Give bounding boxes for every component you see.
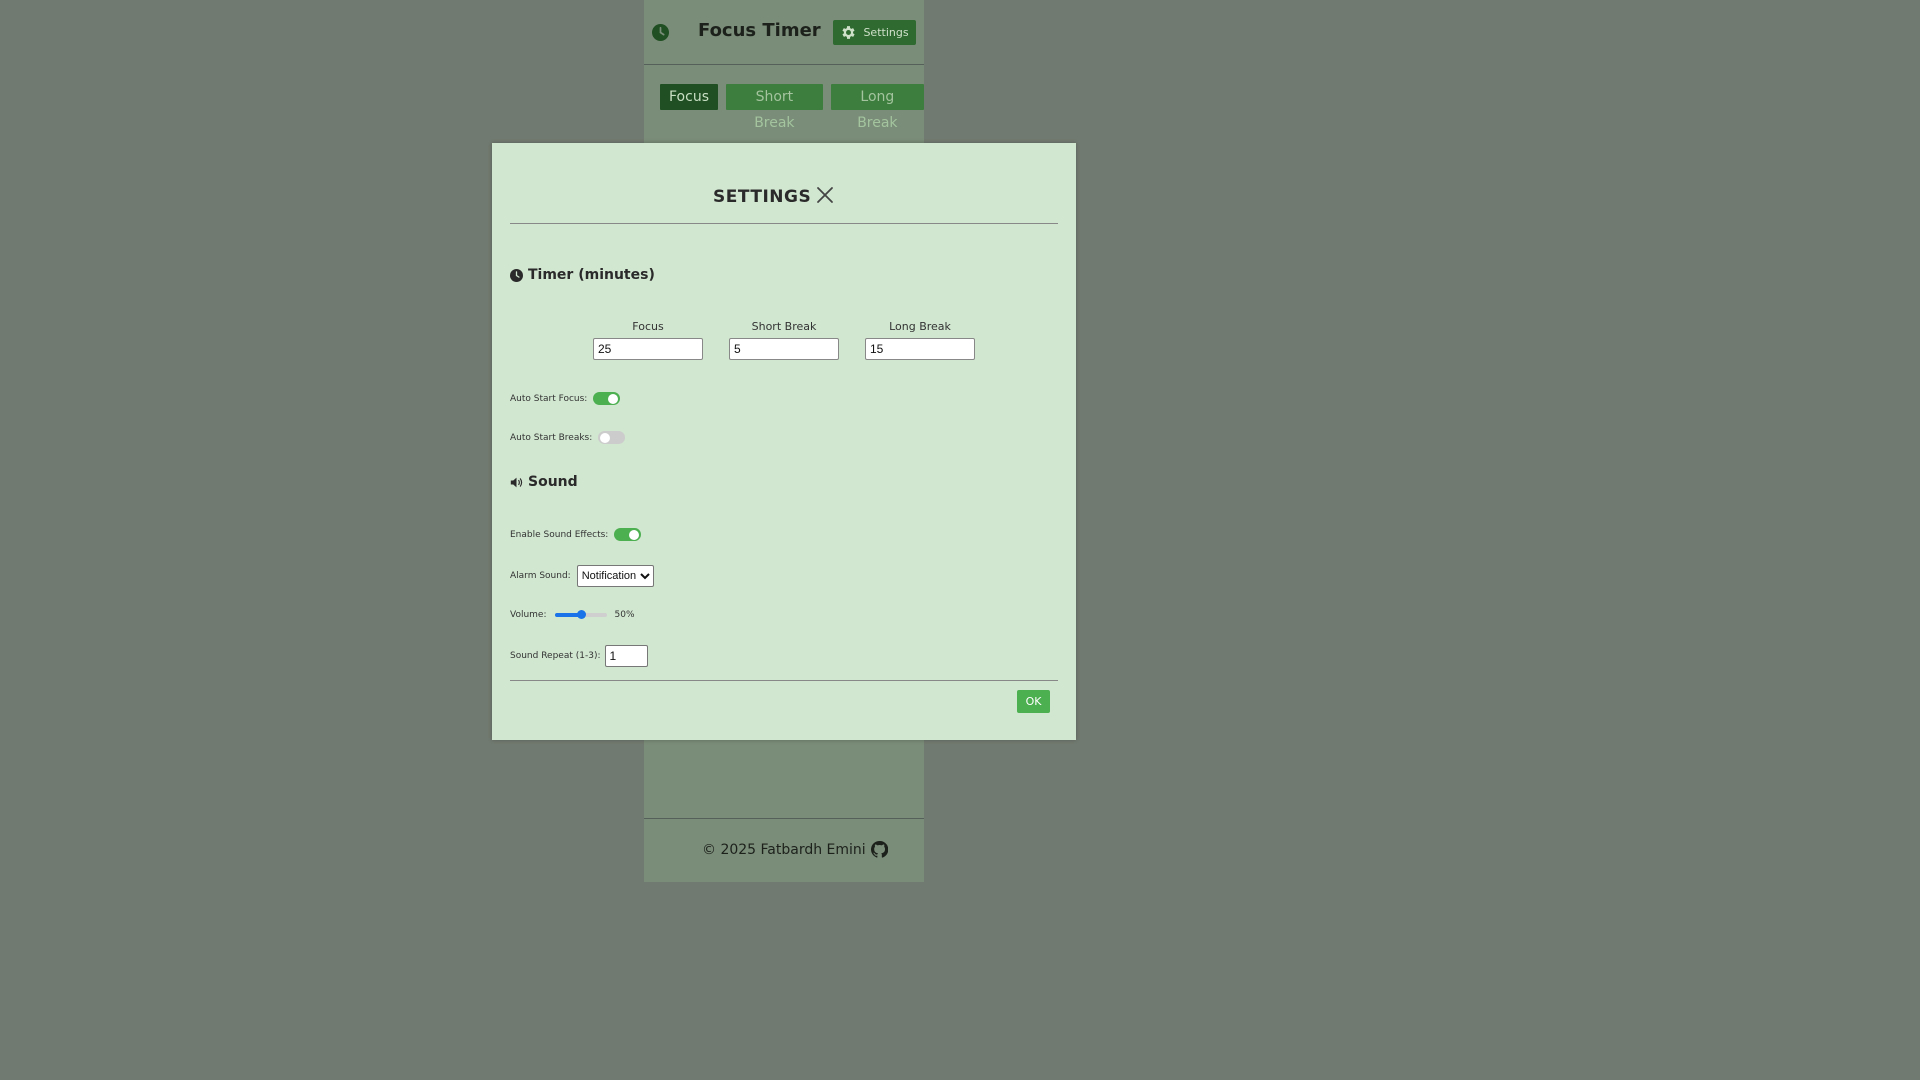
modal-title: SETTINGS <box>713 187 812 207</box>
short-break-duration-label: Short Break <box>751 320 817 333</box>
app-title: Focus Timer <box>698 20 821 41</box>
app-footer: © 2025 Fatbardh Emini <box>644 818 924 883</box>
enable-sound-toggle[interactable] <box>614 528 642 541</box>
ok-button[interactable]: OK <box>1017 690 1050 713</box>
short-break-duration-input[interactable] <box>729 338 839 360</box>
volume-slider-thumb[interactable] <box>576 610 586 619</box>
volume-value: 50% <box>614 610 635 620</box>
auto-start-breaks-label: Auto Start Breaks: <box>510 432 593 443</box>
app-header: Focus Timer Settings <box>644 0 924 65</box>
auto-start-breaks-toggle[interactable] <box>598 431 626 444</box>
sound-repeat-label: Sound Repeat (1-3): <box>510 651 601 661</box>
github-icon[interactable] <box>870 841 888 858</box>
timer-section-label: Timer (minutes) <box>528 267 655 283</box>
focus-duration-label: Focus <box>632 320 664 333</box>
sound-repeat-row: Sound Repeat (1-3): <box>510 645 648 667</box>
mode-tabs: Focus Short Break Long Break <box>660 84 924 131</box>
speaker-icon <box>510 477 523 487</box>
clock-icon <box>652 24 669 41</box>
alarm-sound-select[interactable]: Notification <box>576 565 654 587</box>
sound-repeat-input[interactable] <box>604 645 648 667</box>
volume-row: Volume: 50% <box>510 610 635 620</box>
toggle-knob <box>600 432 611 443</box>
tab-short-break[interactable]: Short Break <box>725 84 823 131</box>
auto-start-focus-row: Auto Start Focus: <box>510 392 621 405</box>
focus-duration-group: Focus <box>593 320 703 360</box>
gear-icon <box>842 26 856 39</box>
tab-long-break[interactable]: Long Break <box>830 84 924 131</box>
tab-focus[interactable]: Focus <box>660 84 718 110</box>
settings-button-label: Settings <box>863 26 909 39</box>
alarm-sound-label: Alarm Sound: <box>510 571 571 581</box>
modal-footer-divider <box>510 680 1058 681</box>
auto-start-focus-toggle[interactable] <box>593 392 621 405</box>
focus-duration-input[interactable] <box>593 338 703 360</box>
enable-sound-label: Enable Sound Effects: <box>510 529 609 540</box>
long-break-duration-group: Long Break <box>865 320 975 360</box>
enable-sound-row: Enable Sound Effects: <box>510 528 642 541</box>
sound-section-title: Sound <box>510 474 578 490</box>
sound-section-label: Sound <box>528 474 578 490</box>
copyright-text: © 2025 Fatbardh Emini <box>702 841 866 858</box>
long-break-duration-label: Long Break <box>889 320 951 333</box>
long-break-duration-input[interactable] <box>865 338 975 360</box>
toggle-knob <box>629 529 640 540</box>
alarm-sound-row: Alarm Sound: Notification <box>510 565 654 587</box>
close-icon[interactable] <box>816 186 834 204</box>
clock-icon <box>510 268 523 282</box>
modal-header: SETTINGS <box>510 179 1058 224</box>
footer-credit: © 2025 Fatbardh Emini <box>702 841 888 858</box>
volume-label: Volume: <box>510 610 547 620</box>
timer-section-title: Timer (minutes) <box>510 267 655 283</box>
settings-button[interactable]: Settings <box>833 20 916 45</box>
toggle-knob <box>608 393 619 404</box>
short-break-duration-group: Short Break <box>729 320 839 360</box>
settings-modal: SETTINGS Timer (minutes) Focus Short Bre… <box>492 143 1076 740</box>
auto-start-focus-label: Auto Start Focus: <box>510 393 588 404</box>
auto-start-breaks-row: Auto Start Breaks: <box>510 431 626 444</box>
volume-slider[interactable] <box>554 610 607 619</box>
